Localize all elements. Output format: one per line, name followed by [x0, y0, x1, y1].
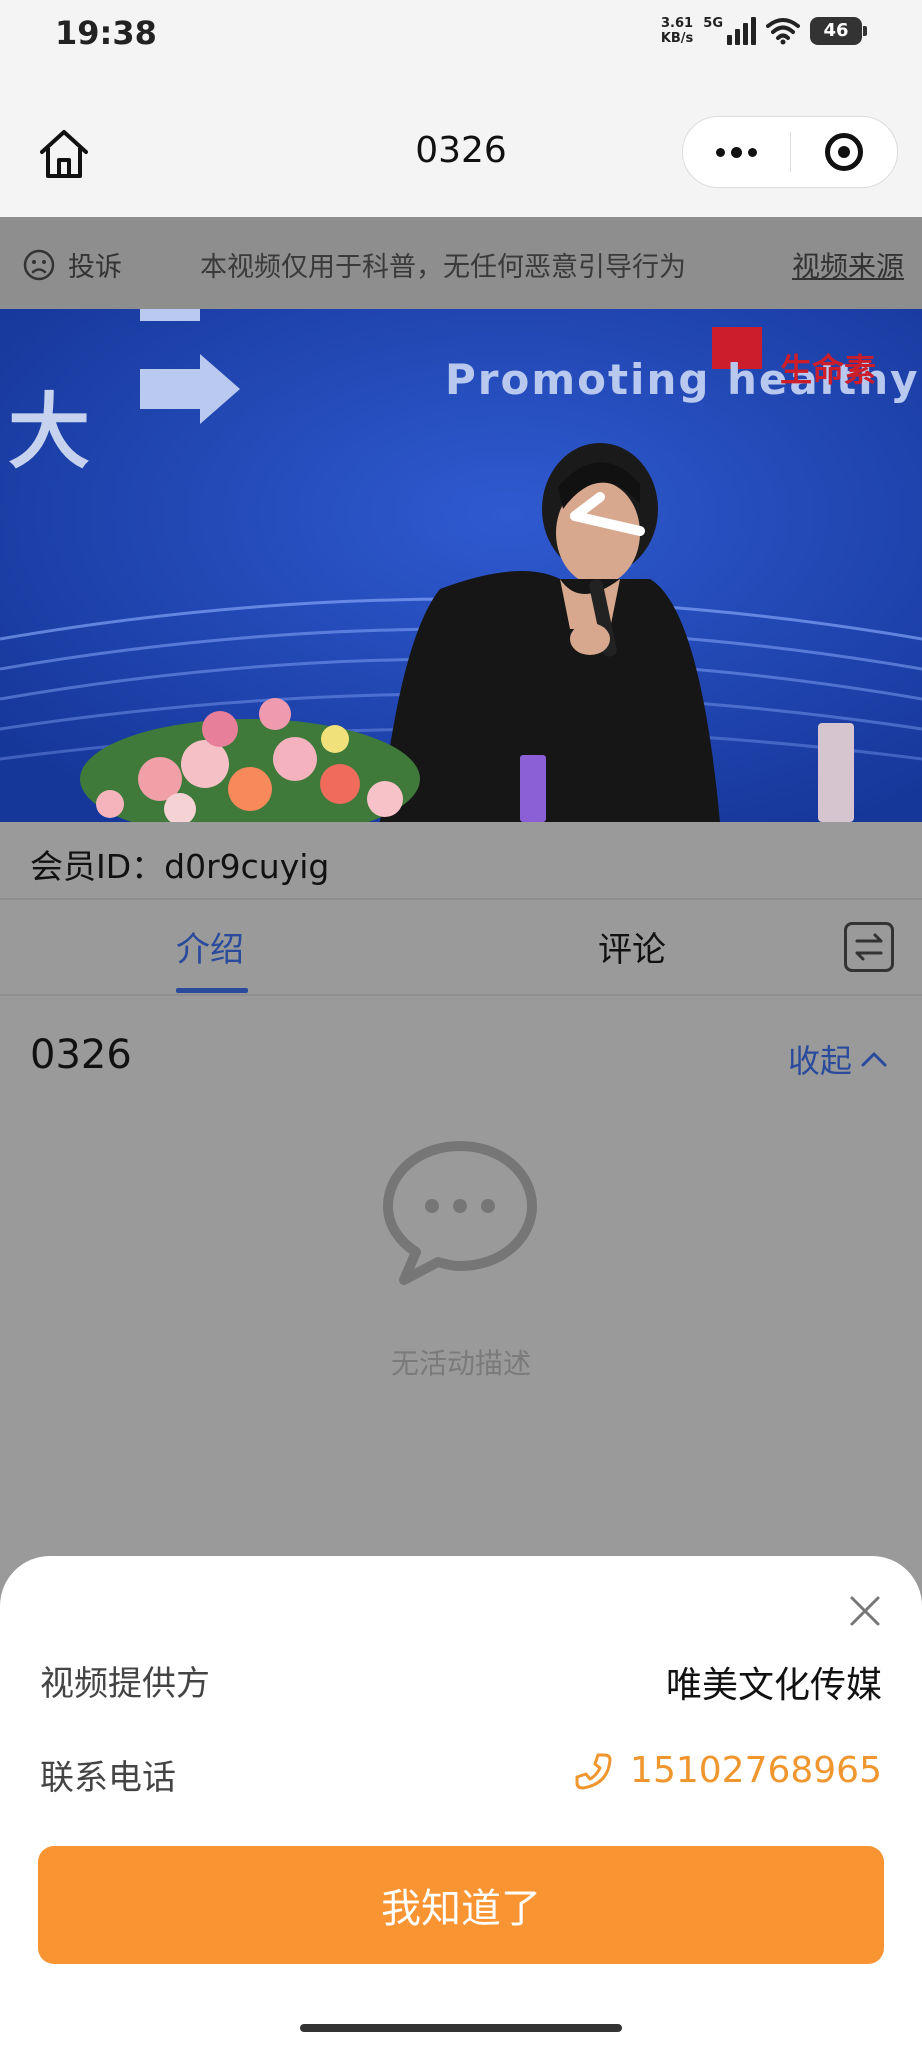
video-backdrop-char: 大 [8, 385, 91, 480]
notice-bar: 投诉 本视频仅用于科普，无任何恶意引导行为 视频来源 [0, 217, 922, 309]
switch-icon[interactable] [844, 922, 894, 972]
disclaimer-marquee: 本视频仅用于科普，无任何恶意引导行为 [200, 252, 686, 283]
close-mini-program-button[interactable] [791, 117, 897, 187]
status-time: 19:38 [55, 14, 157, 52]
intro-title: 0326 [30, 1032, 132, 1078]
tab-intro[interactable]: 介绍 [176, 922, 244, 971]
phone-label: 联系电话 [40, 1758, 176, 1798]
more-icon[interactable] [683, 117, 790, 187]
empty-description: 无活动描述 [390, 1347, 531, 1380]
video-player[interactable]: 大 Promoting healthy C 生命素 [0, 309, 922, 822]
status-indicators: 3.61 KB/s 5G 46 [660, 16, 867, 46]
provider-value: 唯美文化传媒 [665, 1665, 882, 1706]
signal-icon [727, 17, 756, 45]
network-speed: 3.61 KB/s [660, 16, 694, 46]
provider-info-sheet: 视频提供方 唯美文化传媒 联系电话 15102768965 我知道了 [0, 1556, 922, 2048]
collapse-label: 收起 [787, 1042, 852, 1080]
active-tab-indicator [176, 988, 248, 993]
complain-label: 投诉 [68, 252, 122, 283]
member-id-row: 会员ID：d0r9cuyig [0, 822, 922, 900]
status-bar: 19:38 3.61 KB/s 5G 46 [0, 0, 922, 72]
mini-program-capsule [682, 116, 898, 188]
chat-bubble-icon [383, 1141, 537, 1285]
close-icon[interactable] [848, 1594, 882, 1628]
provider-row: 视频提供方 唯美文化传媒 [40, 1656, 882, 1706]
battery-icon: 46 [810, 17, 867, 45]
home-indicator[interactable] [300, 2024, 622, 2032]
video-brand-logo: 生命素 [780, 351, 877, 389]
wifi-icon [766, 18, 800, 45]
video-source-link[interactable]: 视频来源 [792, 245, 904, 285]
complain-button[interactable]: 投诉 [22, 245, 122, 284]
chevron-up-icon [861, 1052, 887, 1067]
sad-face-icon [23, 249, 55, 280]
content-tabs: 介绍 评论 [0, 900, 922, 996]
collapse-button[interactable]: 收起 [788, 1036, 888, 1082]
network-type: 5G [703, 16, 723, 31]
target-icon [825, 133, 863, 171]
nav-bar: 0326 [0, 72, 922, 217]
confirm-button[interactable]: 我知道了 [38, 1846, 884, 1964]
phone-icon [575, 1753, 612, 1789]
phone-row: 联系电话 15102768965 [40, 1750, 882, 1800]
provider-label: 视频提供方 [40, 1664, 210, 1704]
tab-comment[interactable]: 评论 [598, 922, 666, 971]
phone-link[interactable]: 15102768965 [574, 1750, 882, 1791]
member-id: 会员ID：d0r9cuyig [30, 847, 330, 886]
phone-number: 15102768965 [630, 1750, 882, 1791]
